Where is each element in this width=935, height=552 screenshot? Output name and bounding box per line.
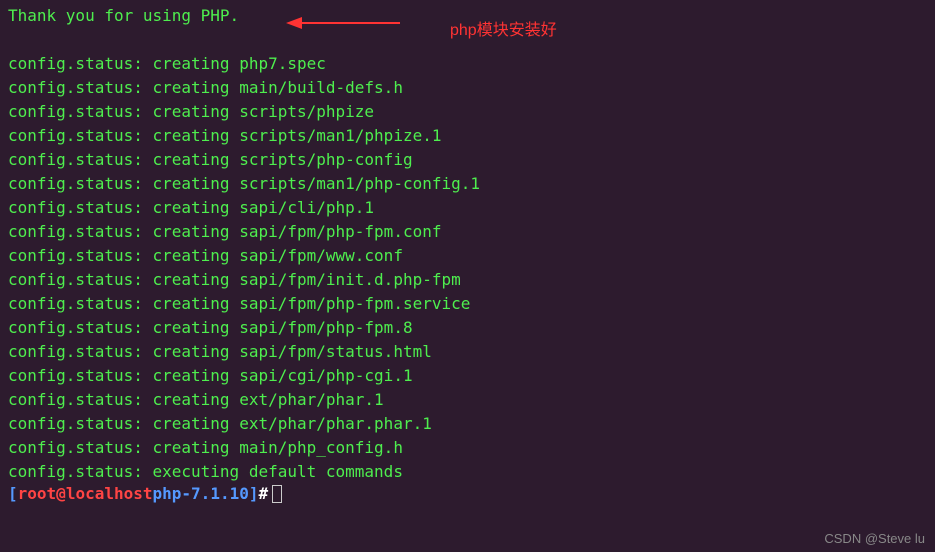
prompt-path: php-7.1.10 xyxy=(153,484,249,503)
config-status-line: config.status: creating scripts/man1/php… xyxy=(8,124,927,148)
config-status-line: config.status: creating main/build-defs.… xyxy=(8,76,927,100)
prompt-at: @ xyxy=(56,484,66,503)
prompt-open-bracket: [ xyxy=(8,484,18,503)
config-status-line: config.status: creating sapi/fpm/status.… xyxy=(8,340,927,364)
config-status-line: config.status: creating sapi/fpm/init.d.… xyxy=(8,268,927,292)
watermark: CSDN @Steve lu xyxy=(824,531,925,546)
config-output: config.status: creating php7.specconfig.… xyxy=(8,52,927,484)
config-status-line: config.status: creating sapi/fpm/php-fpm… xyxy=(8,292,927,316)
cursor-icon xyxy=(272,485,282,503)
config-status-line: config.status: creating ext/phar/phar.ph… xyxy=(8,412,927,436)
config-status-line: config.status: creating sapi/fpm/www.con… xyxy=(8,244,927,268)
config-status-line: config.status: creating scripts/phpize xyxy=(8,100,927,124)
config-status-line: config.status: creating sapi/fpm/php-fpm… xyxy=(8,220,927,244)
prompt-user: root xyxy=(18,484,57,503)
annotation-label: php模块安装好 xyxy=(450,16,557,40)
prompt-hash: # xyxy=(258,484,268,503)
config-status-line: config.status: creating sapi/cgi/php-cgi… xyxy=(8,364,927,388)
config-status-line: config.status: creating scripts/php-conf… xyxy=(8,148,927,172)
config-status-line: config.status: creating sapi/fpm/php-fpm… xyxy=(8,316,927,340)
config-status-line: config.status: creating sapi/cli/php.1 xyxy=(8,196,927,220)
config-status-line: config.status: executing default command… xyxy=(8,460,927,484)
config-status-line: config.status: creating ext/phar/phar.1 xyxy=(8,388,927,412)
config-status-line: config.status: creating main/php_config.… xyxy=(8,436,927,460)
config-status-line: config.status: creating php7.spec xyxy=(8,52,927,76)
prompt-close-bracket: ] xyxy=(249,484,259,503)
config-status-line: config.status: creating scripts/man1/php… xyxy=(8,172,927,196)
prompt-host: localhost xyxy=(66,484,153,503)
shell-prompt[interactable]: [root@localhost php-7.1.10]# xyxy=(8,484,927,503)
